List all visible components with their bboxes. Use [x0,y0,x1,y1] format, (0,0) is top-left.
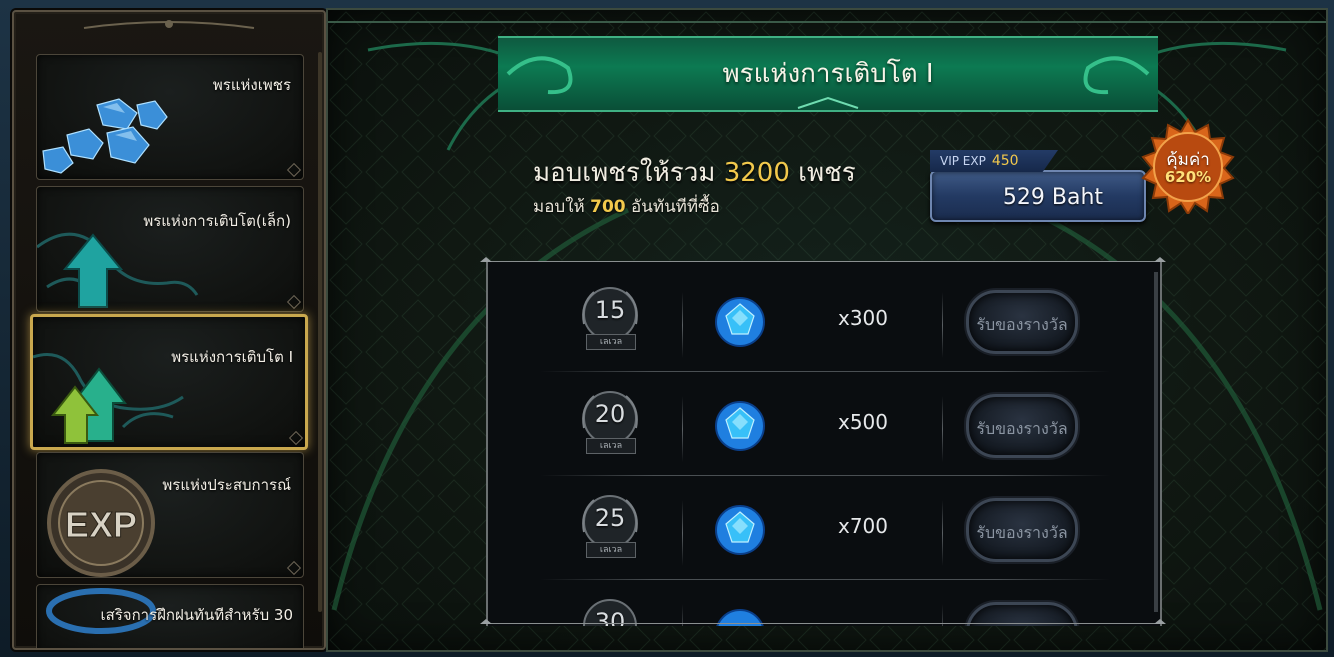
exp-text: EXP [65,504,137,545]
column-divider [682,292,683,358]
sidebar-item-growth-blessing-small[interactable]: พรแห่งการเติบโต(เล็ก) [36,186,304,312]
level-caption: เลเวล [586,334,636,350]
page-title: พรแห่งการเติบโต I [722,59,934,89]
subline-suffix: อันทันทีที่ซื้อ [625,197,720,217]
reward-quantity: x700 [837,514,888,538]
reward-quantity: x500 [837,410,888,434]
level-number: 15 [594,296,626,324]
sidebar-item-diamond-blessing[interactable]: พรแห่งเพชร [36,54,304,180]
offer-subline: มอบให้ 700 อันทันทีที่ซื้อ [533,193,720,220]
column-divider [682,396,683,462]
level-caption: เลเวล [586,542,636,558]
growth-arrows-icon [33,353,184,444]
instant-diamonds: 700 [590,197,626,217]
sidebar-item-instant-training[interactable]: เสริจการฝึกฝนทันทีสำหรับ 30 [36,584,304,648]
growth-arrow-icon [37,232,199,308]
sidebar-item-growth-blessing-1[interactable]: พรแห่งการเติบโต I [30,314,308,450]
sidebar-ornament [83,20,255,29]
column-divider [682,500,683,566]
list-bottom-border [480,619,1166,624]
level-badge: 20 เลเวล [574,388,646,460]
title-banner: พรแห่งการเติบโต I [498,36,1158,112]
offer-headline: มอบเพชรให้รวม 3200 เพชร [533,152,856,193]
sidebar-item-label: พรแห่งการเติบโต(เล็ก) [143,212,291,230]
column-divider [942,500,943,566]
headline-prefix: มอบเพชรให้รวม [533,158,724,188]
reward-quantity: x300 [837,306,888,330]
card-corner-ornament [286,294,302,310]
reward-list: 15 เลเวล x300 รับของรางวัล 20 เลเวล x500… [486,262,1162,626]
purchase-box: 529 Baht VIP EXP 450 [930,150,1150,224]
vip-exp-label: VIP EXP [940,154,986,168]
diamond-icon [715,297,765,347]
level-number: 25 [594,504,626,532]
claim-reward-button[interactable]: รับของรางวัล [966,290,1078,354]
column-divider [942,396,943,462]
reward-row: 25 เลเวล x700 รับของรางวัล [488,476,1160,580]
diamond-icon [715,505,765,555]
card-corner-ornament [286,162,302,178]
column-divider [942,292,943,358]
sidebar-item-label: เสริจการฝึกฝนทันทีสำหรับ 30 [100,606,293,624]
subline-prefix: มอบให้ [533,197,591,217]
sidebar-item-label: พรแห่งประสบการณ์ [162,476,291,494]
level-number: 20 [594,400,626,428]
diamond-icon [715,401,765,451]
claim-reward-button[interactable]: รับของรางวัล [966,394,1078,458]
headline-suffix: เพชร [789,158,856,188]
claim-reward-button[interactable]: รับของรางวัล [966,498,1078,562]
sidebar-item-experience-blessing[interactable]: EXP พรแห่งประสบการณ์ [36,452,304,578]
sidebar-item-label: พรแห่งการเติบโต I [171,348,293,366]
diamond-pile-icon [42,98,168,174]
reward-row: 20 เลเวล x500 รับของรางวัล [488,372,1160,476]
main-panel: พรแห่งการเติบโต I มอบเพชรให้รวม 3200 เพช… [326,8,1328,652]
level-badge: 25 เลเวล [574,492,646,564]
sidebar-scrollbar[interactable] [318,52,322,612]
reward-row: 15 เลเวล x300 รับของรางวัล [488,268,1160,372]
vip-exp-value: 450 [991,153,1019,169]
game-window: พรแห่งเพชร พรแห่งการเติบโต(เล็ก) พรแห่งก… [0,0,1334,657]
level-caption: เลเวล [586,438,636,454]
value-percent: 620% [1164,168,1212,186]
total-diamonds: 3200 [723,158,790,188]
card-corner-ornament [286,560,302,576]
buy-button[interactable]: 529 Baht [930,170,1146,222]
category-sidebar: พรแห่งเพชร พรแห่งการเติบโต(เล็ก) พรแห่งก… [12,10,326,650]
vip-exp-tag: VIP EXP 450 [930,150,1058,172]
value-badge: คุ้มค่า 620% [1140,118,1236,214]
reward-list-scrollbar[interactable] [1154,272,1158,612]
level-badge: 15 เลเวล [574,284,646,356]
card-corner-ornament [288,430,304,446]
exp-icon: EXP [47,469,155,577]
sidebar-item-label: พรแห่งเพชร [212,76,291,94]
